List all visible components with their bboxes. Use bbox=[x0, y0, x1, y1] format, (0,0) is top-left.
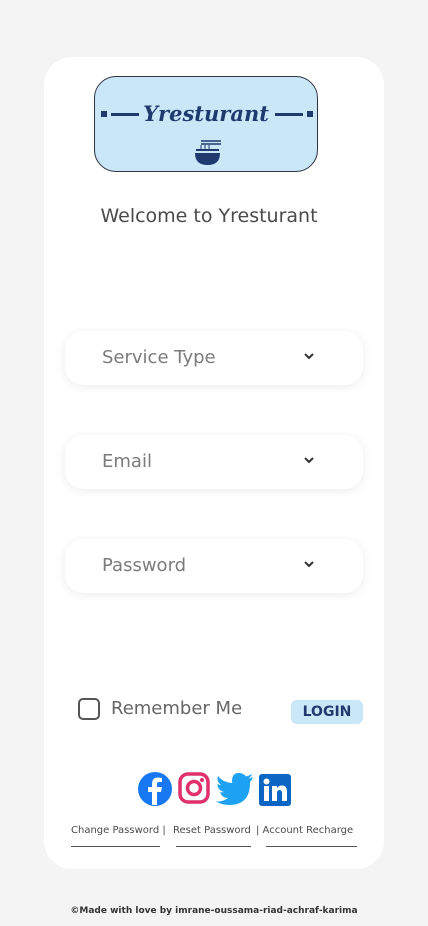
password-label: Password bbox=[102, 555, 187, 576]
footer-credits: ©Made with love by imrane-oussama-riad-a… bbox=[70, 906, 358, 916]
change-password-link[interactable]: Change Password | bbox=[71, 825, 166, 836]
email-label: Email bbox=[102, 451, 152, 472]
account-recharge-link[interactable]: | Account Recharge bbox=[256, 825, 353, 836]
reset-password-link[interactable]: Reset Password bbox=[173, 825, 251, 836]
logo: Yresturant bbox=[94, 76, 318, 172]
noodle-bowl-icon bbox=[195, 140, 221, 165]
account-recharge-underline bbox=[266, 846, 357, 847]
remember-me-checkbox[interactable] bbox=[78, 698, 100, 720]
change-password-underline bbox=[71, 846, 160, 847]
logo-line-right bbox=[275, 113, 303, 116]
instagram-icon[interactable] bbox=[177, 771, 211, 805]
service-type-label: Service Type bbox=[102, 347, 216, 368]
welcome-heading: Welcome to Yresturant bbox=[100, 205, 318, 227]
logo-dot-right bbox=[307, 111, 313, 117]
login-button[interactable]: LOGIN bbox=[291, 700, 363, 724]
facebook-icon[interactable] bbox=[137, 771, 173, 807]
twitter-icon[interactable] bbox=[216, 772, 254, 806]
email-field[interactable]: Email bbox=[65, 435, 363, 489]
chevron-down-icon bbox=[304, 561, 314, 568]
remember-me-label: Remember Me bbox=[111, 698, 243, 719]
chevron-down-icon bbox=[304, 457, 314, 464]
reset-password-underline bbox=[176, 846, 251, 847]
password-field[interactable]: Password bbox=[65, 539, 363, 593]
service-type-select[interactable]: Service Type bbox=[65, 331, 363, 385]
linkedin-icon[interactable] bbox=[259, 774, 291, 806]
chevron-down-icon bbox=[304, 353, 314, 360]
login-card: Yresturant Welcome to Yresturant Service… bbox=[44, 57, 384, 869]
